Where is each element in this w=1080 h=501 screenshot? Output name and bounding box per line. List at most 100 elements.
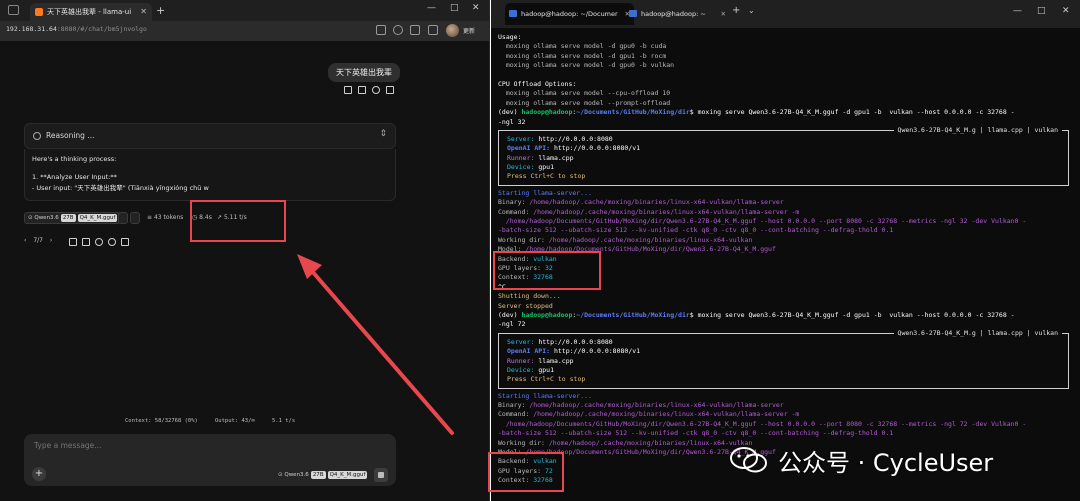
terminal-line: moxing ollama serve model -d gpu1 -b roc… [498,51,667,60]
maximize-button[interactable]: □ [450,3,459,13]
terminal-line: Command: /home/hadoop/.cache/moxing/bina… [498,410,800,419]
maximize-button[interactable]: □ [1037,6,1046,16]
terminal-line: moxing ollama serve model --prompt-offlo… [498,98,671,107]
tab-title: 天下英雄出我辈 - llama-ui [47,8,132,16]
terminal-line: Server stopped [498,301,553,310]
prev-response-icon[interactable]: ‹ [24,237,26,244]
terminal-line: -batch-size 512 --ubatch-size 512 --kv-u… [498,226,894,235]
reasoning-icon [33,132,41,140]
status-speed: 5.1 t/s [272,418,296,424]
stop-button[interactable] [374,468,388,482]
address-bar: 192.168.31.64:8080/#/chat/bm5jnvolgo 更新 [0,21,489,41]
reasoning-header[interactable]: Reasoning ... ⇕ [24,123,396,149]
browser-tab-llama-ui[interactable]: 天下英雄出我辈 - llama-ui ✕ [30,3,152,21]
terminal-line: Model: /home/hadoop/Documents/GitHub/MoX… [498,448,776,457]
terminal-line: Working dir: /home/hadoop/.cache/moxing/… [498,235,753,244]
terminal-line: moxing ollama serve model --cpu-offload … [498,89,671,98]
terminal-output[interactable]: Usage: moxing ollama serve model -d gpu0… [498,33,1076,486]
reasoning-line: - User input: "天下英雄出我辈" (Tiānxià yīngxió… [32,184,209,192]
message-input[interactable] [34,441,284,450]
minimize-button[interactable]: — [427,3,436,13]
new-tab-button[interactable]: + [156,3,165,19]
terminal-line: Binary: /home/hadoop/.cache/moxing/binar… [498,401,784,410]
terminal-icon [629,10,637,17]
prompt-line: (dev) hadoop@hadoop:~/Documents/GitHub/M… [498,310,1015,319]
terminal-line: moxing ollama serve model -d gpu0 -b cud… [498,42,667,51]
url-field[interactable]: 192.168.31.64:8080/#/chat/bm5jnvolgo [6,25,147,33]
model-selector[interactable]: ⊙ Qwen3.6 27B Q4_K_M.gguf [278,470,368,481]
terminal-line: /home/hadoop/Documents/GitHub/MoXing/dir… [498,217,1027,226]
terminal-tab-home[interactable]: hadoop@hadoop: ~ ✕ [625,3,730,25]
read-aloud-icon[interactable] [376,25,386,35]
chevron-updown-icon[interactable]: ⇕ [379,129,387,139]
terminal-line: GPU layers: 32 [498,263,553,272]
terminal-line: -batch-size 512 --ubatch-size 512 --kv-u… [498,429,894,438]
next-response-icon[interactable]: › [50,237,52,244]
terminal-line: /home/hadoop/Documents/GitHub/MoXing/dir… [498,419,1027,428]
edit-response-icon[interactable] [82,238,90,246]
server-info-panel: Qwen3.6-27B-Q4_K_M.g | llama.cpp | vulka… [498,328,1069,389]
minimize-button[interactable]: — [1013,6,1022,16]
reasoning-line: Here's a thinking process: [32,155,117,163]
new-tab-button[interactable]: + [732,5,740,16]
server-info-panel: Qwen3.6-27B-Q4_K_M.g | llama.cpp | vulka… [498,125,1069,186]
terminal-line: Backend: vulkan [498,457,557,466]
response-pager: ‹ 7/7 › [24,237,52,244]
stats-toggle-icon[interactable] [118,212,128,224]
delete-icon[interactable] [386,86,394,94]
pager-count: 7/7 [33,237,43,244]
terminal-line: ^C [498,282,506,291]
extensions-icon[interactable] [410,25,420,35]
terminal-line: Shutting down... [498,292,561,301]
terminal-line: Context: 32768 [498,273,553,282]
close-window-button[interactable]: ✕ [472,3,480,13]
terminal-icon [509,10,517,17]
generation-speed: ↗ 5.11 t/s [217,214,247,221]
close-tab-icon[interactable]: ✕ [721,3,726,25]
prompt-line: (dev) hadoop@hadoop:~/Documents/GitHub/M… [498,108,1015,117]
star-icon[interactable] [393,25,403,35]
close-window-button[interactable]: ✕ [1062,6,1070,16]
regenerate-icon[interactable] [95,238,103,246]
panel-title: Qwen3.6-27B-Q4_K_M.g | llama.cpp | vulka… [893,328,1062,339]
terminal-line: Backend: vulkan [498,254,557,263]
reasoning-line: 1. **Analyze User Input:** [32,173,117,181]
panel-title: Qwen3.6-27B-Q4_K_M.g | llama.cpp | vulka… [893,125,1062,136]
branch-icon[interactable] [372,86,380,94]
terminal-tabstrip: hadoop@hadoop: ~/Documer ✕ hadoop@hadoop… [491,0,1080,28]
close-tab-icon[interactable]: ✕ [140,3,147,21]
branch-response-icon[interactable] [108,238,116,246]
status-context: Context: 58/32768 (0%) [125,418,198,424]
status-output: Output: 43/∞ [215,418,255,424]
chevron-down-icon[interactable]: ⌄ [748,6,755,15]
generation-time: ◷ 8.4s [192,214,212,221]
delete-response-icon[interactable] [121,238,129,246]
update-button[interactable]: 更新 [463,26,475,35]
terminal-line: Binary: /home/hadoop/.cache/moxing/binar… [498,198,784,207]
favicon-icon [35,8,43,16]
terminal-tab-documents[interactable]: hadoop@hadoop: ~/Documer ✕ [505,3,634,25]
user-message-bubble: 天下英雄出我辈 [328,63,400,82]
terminal-window: hadoop@hadoop: ~/Documer ✕ hadoop@hadoop… [491,0,1080,501]
terminal-line: Command: /home/hadoop/.cache/moxing/bina… [498,207,800,216]
favorites-icon[interactable] [428,25,438,35]
message-composer: + ⊙ Qwen3.627BQ4_K_M.gguf [24,434,396,486]
tab-actions-icon[interactable] [8,5,19,15]
chat-area: 天下英雄出我辈 Reasoning ... ⇕ Here's a thinkin… [0,41,489,501]
reasoning-content: Here's a thinking process: 1. **Analyze … [24,149,396,201]
browser-tabstrip: 天下英雄出我辈 - llama-ui ✕ + — □ ✕ [0,0,489,21]
terminal-line: Context: 32768 [498,476,553,485]
copy-response-icon[interactable] [69,238,77,246]
add-attachment-button[interactable]: + [32,467,46,481]
browser-window: 天下英雄出我辈 - llama-ui ✕ + — □ ✕ 192.168.31.… [0,0,490,501]
terminal-line: Starting llama-server... [498,391,592,400]
terminal-line: GPU layers: 72 [498,466,553,475]
copy-icon[interactable] [344,86,352,94]
model-chip[interactable]: ⊙ Qwen3.6 27B Q4_K_M.gguf [24,212,122,224]
profile-avatar[interactable] [446,24,459,37]
reasoning-toggle-icon[interactable] [130,212,140,224]
edit-icon[interactable] [358,86,366,94]
terminal-line: Working dir: /home/hadoop/.cache/moxing/… [498,438,753,447]
terminal-line: CPU Offload Options: [498,79,577,88]
